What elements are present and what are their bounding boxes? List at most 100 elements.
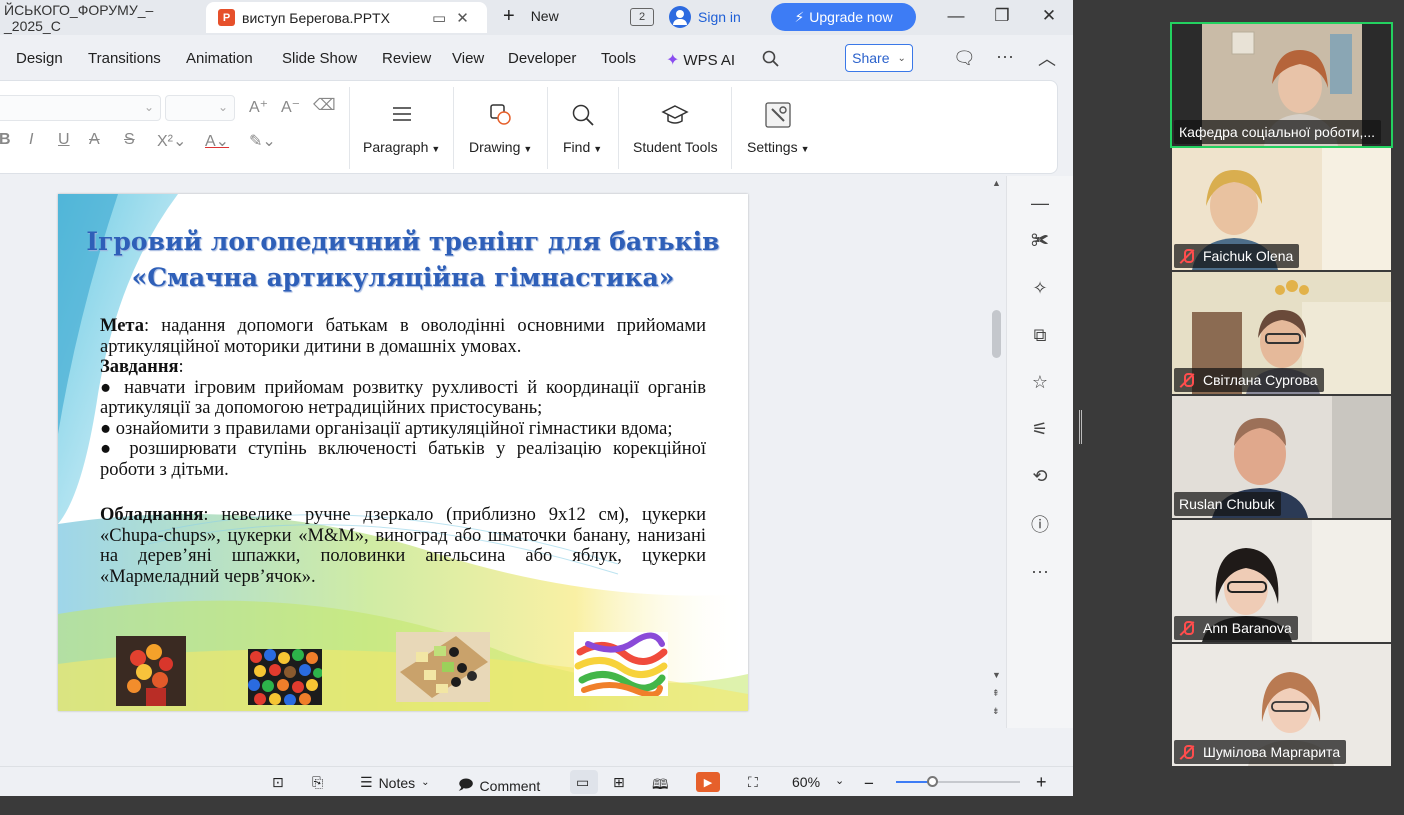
- tab-previous-document[interactable]: ЙСЬКОГО_ФОРУМУ_–_2025_С: [0, 2, 196, 34]
- font-name-select[interactable]: ⌄: [0, 95, 161, 121]
- decrease-font-icon[interactable]: A⁻: [281, 97, 300, 117]
- lollipops-image[interactable]: [116, 636, 186, 706]
- menu-view[interactable]: View: [452, 50, 484, 67]
- menu-wps-ai[interactable]: ✦ WPS AI: [666, 50, 735, 70]
- participant-tile[interactable]: Ruslan Chubuk: [1172, 396, 1391, 518]
- grid-view-icon[interactable]: ⊞: [613, 774, 625, 791]
- new-tab-button[interactable]: + New: [503, 6, 559, 26]
- menu-design[interactable]: Design: [16, 50, 63, 67]
- scroll-down-icon[interactable]: ▼: [992, 670, 1001, 680]
- slide-sorter-icon[interactable]: ⊡: [272, 774, 284, 791]
- mic-off-icon: [1179, 620, 1195, 636]
- zoom-slider[interactable]: [896, 776, 1020, 787]
- reading-view-icon[interactable]: 🕮: [652, 774, 669, 796]
- history-icon[interactable]: ⟲: [1029, 465, 1051, 487]
- italic-icon[interactable]: I: [29, 131, 33, 149]
- tab-count-badge[interactable]: 2: [630, 8, 654, 26]
- help-icon[interactable]: ⓘ: [1029, 513, 1051, 535]
- participant-tile[interactable]: Світлана Сургова: [1172, 272, 1391, 394]
- student-tools-tool[interactable]: Student Tools: [633, 99, 718, 155]
- participant-name-tag: Faichuk Olena: [1174, 244, 1300, 268]
- underline-icon[interactable]: U: [58, 131, 70, 149]
- more-icon[interactable]: ···: [996, 46, 1014, 67]
- zoom-slider-handle[interactable]: [927, 776, 939, 787]
- collapse-ribbon-icon[interactable]: ︿: [1038, 45, 1056, 71]
- font-size-select[interactable]: ⌄: [165, 95, 235, 121]
- mm-candies-image[interactable]: [248, 649, 322, 705]
- slide-transition-icon[interactable]: ⧉: [1029, 324, 1051, 346]
- scrollbar-thumb[interactable]: [992, 310, 1001, 358]
- chevron-down-icon: ⌄: [143, 100, 154, 114]
- increase-font-icon[interactable]: A⁺: [249, 97, 268, 117]
- zoom-out-icon[interactable]: −: [864, 774, 874, 794]
- comment-button[interactable]: 🗩 Comment: [458, 774, 540, 796]
- animation-icon[interactable]: ✧: [1029, 277, 1051, 299]
- design-tools-icon[interactable]: ✀: [1029, 229, 1051, 251]
- strikethrough-icon[interactable]: A: [89, 131, 100, 149]
- task-item: ● навчати ігровим прийомам розвитку рухл…: [100, 377, 706, 419]
- scroll-up-icon[interactable]: ▲: [992, 178, 1001, 188]
- participant-tile[interactable]: Faichuk Olena: [1172, 148, 1391, 270]
- sparkle-icon: ✦: [666, 52, 680, 69]
- clear-format-icon[interactable]: ⌫: [313, 95, 336, 115]
- find-tool[interactable]: Find ▼: [563, 99, 602, 155]
- zoom-dropdown-icon[interactable]: ⌄: [835, 774, 844, 787]
- restore-icon[interactable]: ❐: [992, 6, 1012, 26]
- comment-icon[interactable]: 🗨: [953, 48, 976, 69]
- notes-icon: ☰: [360, 774, 373, 790]
- drawing-tool[interactable]: Drawing ▼: [469, 99, 532, 155]
- font-color-icon[interactable]: A⌄: [205, 131, 229, 151]
- participant-tile[interactable]: Кафедра соціальної роботи,...: [1170, 22, 1393, 148]
- adjust-icon[interactable]: ⚟: [1029, 418, 1051, 440]
- fit-to-window-icon[interactable]: ⛶: [748, 774, 758, 791]
- upgrade-button[interactable]: ⚡ Upgrade now: [771, 3, 916, 31]
- minimize-icon[interactable]: —: [946, 6, 966, 26]
- bold-icon[interactable]: B: [0, 131, 11, 149]
- menu-developer[interactable]: Developer: [508, 50, 576, 67]
- slide-body-text[interactable]: Мета: надання допомоги батькам в оволоді…: [100, 316, 706, 587]
- shadow-text-icon[interactable]: S: [124, 131, 135, 149]
- panel-splitter-handle[interactable]: [1079, 410, 1082, 444]
- zoom-level[interactable]: 60%: [792, 774, 820, 790]
- next-slide-icon[interactable]: ⇟: [992, 706, 1000, 717]
- slide-workspace[interactable]: Ігровий логопедичний тренінг для батьків…: [0, 176, 1005, 728]
- sign-in-button[interactable]: Sign in: [669, 6, 741, 28]
- tab-active-document[interactable]: P виступ Берегова.PPTX ▭ ✕: [206, 2, 487, 33]
- gummy-worms-image[interactable]: [574, 632, 668, 696]
- tab-bar: ЙСЬКОГО_ФОРУМУ_–_2025_С P виступ Берегов…: [0, 0, 1073, 35]
- highlight-icon[interactable]: ✎⌄: [249, 131, 276, 151]
- settings-label: Settings: [747, 139, 798, 155]
- participant-tile[interactable]: Ann Baranova: [1172, 520, 1391, 642]
- current-slide[interactable]: Ігровий логопедичний тренінг для батьків…: [58, 194, 748, 711]
- previous-slide-icon[interactable]: ⇞: [992, 688, 1000, 699]
- monitor-icon[interactable]: ▭: [432, 9, 446, 27]
- play-slideshow-button[interactable]: ▶: [696, 772, 720, 792]
- task-pane-toolbar: — ✀ ✧ ⧉ ☆ ⚟ ⟲ ⓘ ···: [1006, 176, 1073, 728]
- notes-toggle-icon[interactable]: ⎘: [312, 774, 323, 791]
- menu-review[interactable]: Review: [382, 50, 431, 67]
- goal-text: : надання допомоги батькам в оволодінні …: [100, 316, 706, 357]
- notes-button[interactable]: ☰ Notes ⌄: [360, 774, 430, 791]
- star-icon[interactable]: ☆: [1029, 371, 1051, 393]
- slide-title[interactable]: Ігровий логопедичний тренінг для батьків…: [58, 224, 748, 296]
- zoom-in-icon[interactable]: +: [1036, 772, 1047, 793]
- search-icon[interactable]: [762, 50, 780, 68]
- paragraph-tool[interactable]: Paragraph ▼: [363, 99, 440, 155]
- fruit-skewers-image[interactable]: [396, 632, 490, 702]
- menu-animation[interactable]: Animation: [186, 50, 253, 67]
- settings-tool[interactable]: Settings ▼: [747, 99, 810, 155]
- superscript-icon[interactable]: X²⌄: [157, 131, 186, 151]
- chevron-down-icon: ⌄: [217, 100, 228, 114]
- collapse-panel-icon[interactable]: —: [1029, 192, 1051, 214]
- menu-transitions[interactable]: Transitions: [88, 50, 161, 67]
- more-icon[interactable]: ···: [1029, 560, 1051, 582]
- participant-tile[interactable]: Шумілова Маргарита: [1172, 644, 1391, 766]
- user-icon: [669, 6, 691, 28]
- share-button[interactable]: Share ⌄: [845, 44, 913, 72]
- slide-scrollbar[interactable]: ▲ ▼ ⇞ ⇟: [990, 176, 1004, 728]
- slide-title-line-2: «Смачна артикуляційна гімнастика»: [131, 263, 675, 292]
- menu-slide-show[interactable]: Slide Show: [282, 50, 357, 67]
- close-tab-icon[interactable]: ✕: [456, 9, 469, 27]
- menu-tools[interactable]: Tools: [601, 50, 636, 67]
- close-icon[interactable]: ✕: [1039, 6, 1059, 26]
